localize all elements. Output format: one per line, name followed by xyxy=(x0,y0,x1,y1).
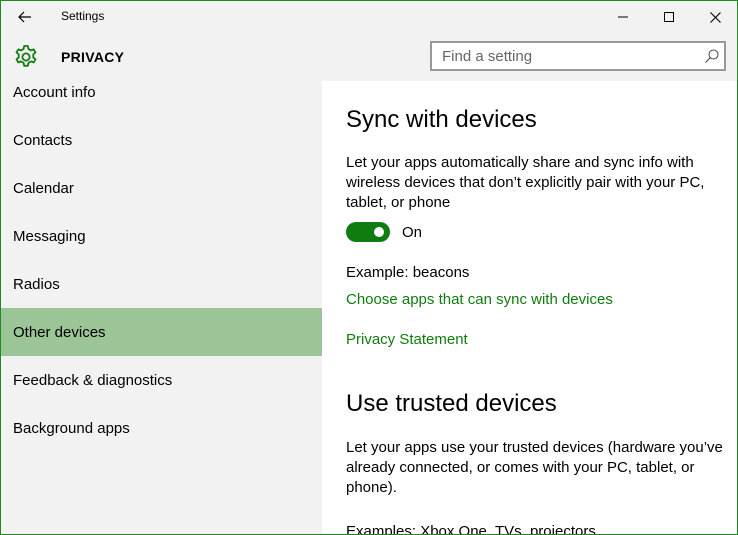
sidebar-item-background-apps[interactable]: Background apps xyxy=(1,404,322,452)
minimize-button[interactable] xyxy=(600,1,646,33)
trusted-examples: Examples: Xbox One, TVs, projectors xyxy=(346,523,596,535)
sidebar-item-radios[interactable]: Radios xyxy=(1,260,322,308)
toggle-state-label: On xyxy=(402,223,423,241)
sidebar-item-label: Radios xyxy=(13,275,60,293)
sidebar-item-label: Messaging xyxy=(13,227,86,245)
sync-toggle[interactable] xyxy=(346,222,390,242)
page-title: PRIVACY xyxy=(61,49,125,65)
sidebar-item-contacts[interactable]: Contacts xyxy=(1,116,322,164)
search-box[interactable] xyxy=(430,41,726,71)
gear-icon xyxy=(15,45,37,67)
back-button[interactable] xyxy=(1,1,49,33)
section-heading-trusted: Use trusted devices xyxy=(346,390,557,417)
sidebar-item-account-info[interactable]: Account info xyxy=(1,81,322,116)
sidebar-item-label: Calendar xyxy=(13,179,74,197)
maximize-icon xyxy=(664,12,674,22)
sidebar-item-calendar[interactable]: Calendar xyxy=(1,164,322,212)
sidebar-item-feedback-diagnostics[interactable]: Feedback & diagnostics xyxy=(1,356,322,404)
sidebar: Account info Contacts Calendar Messaging… xyxy=(1,81,322,534)
search-input[interactable] xyxy=(432,43,700,69)
content-pane: Sync with devices Let your apps automati… xyxy=(322,81,737,535)
sync-example: Example: beacons xyxy=(346,264,470,281)
close-icon xyxy=(709,11,721,23)
window-title: Settings xyxy=(61,9,105,23)
sync-toggle-row: On xyxy=(346,222,422,242)
settings-window: Settings PRIVACY Find a setting Account … xyxy=(0,0,738,535)
back-arrow-icon xyxy=(18,11,31,23)
choose-apps-link[interactable]: Choose apps that can sync with devices xyxy=(346,291,613,308)
title-bar: Settings xyxy=(1,1,737,33)
sidebar-item-other-devices[interactable]: Other devices xyxy=(1,308,322,356)
trusted-description: Let your apps use your trusted devices (… xyxy=(346,439,723,496)
maximize-button[interactable] xyxy=(646,1,692,33)
section-heading-sync: Sync with devices xyxy=(346,106,537,133)
sidebar-item-label: Contacts xyxy=(13,131,73,149)
sync-description: Let your apps automatically share and sy… xyxy=(346,154,705,211)
minimize-icon xyxy=(618,16,628,18)
page-header: PRIVACY xyxy=(1,33,737,81)
sidebar-item-label: Other devices xyxy=(13,323,106,341)
sidebar-item-label: Feedback & diagnostics xyxy=(13,371,173,389)
sidebar-item-messaging[interactable]: Messaging xyxy=(1,212,322,260)
close-button[interactable] xyxy=(692,1,737,33)
sidebar-item-label: Background apps xyxy=(13,419,130,437)
privacy-statement-link[interactable]: Privacy Statement xyxy=(346,331,468,348)
toggle-knob xyxy=(374,227,384,237)
search-icon[interactable] xyxy=(704,48,720,64)
sidebar-item-label: Account info xyxy=(13,83,96,101)
